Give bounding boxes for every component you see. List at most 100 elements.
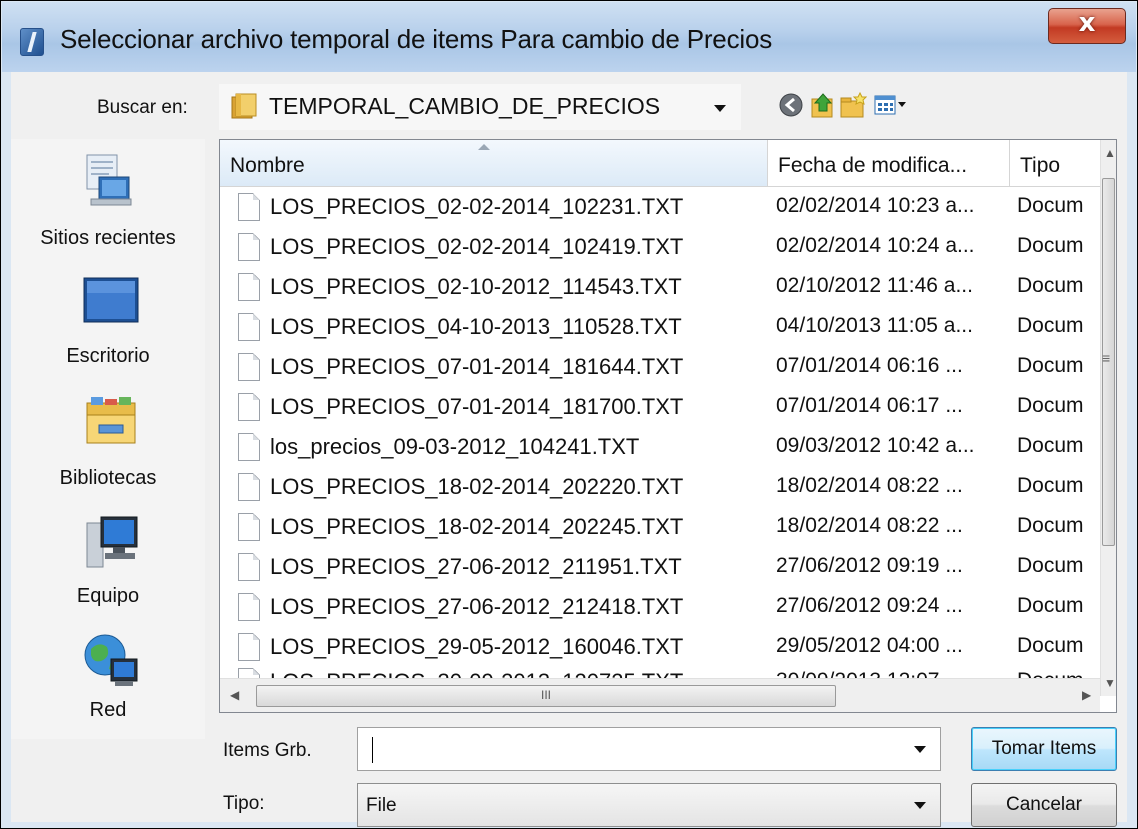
- file-type: Docum: [1017, 394, 1084, 417]
- file-date: 09/03/2012 10:42 a...: [776, 434, 975, 457]
- computer-icon: [86, 516, 138, 568]
- file-type: Docum: [1017, 234, 1084, 257]
- type-combo[interactable]: File: [357, 783, 941, 827]
- file-type: Docum: [1017, 194, 1084, 217]
- text-file-icon: [238, 353, 260, 381]
- file-row[interactable]: LOS_PRECIOS_07-01-2014_181700.TXT 07/01/2…: [220, 389, 1100, 425]
- file-date: 18/02/2014 08:22 ...: [776, 474, 963, 497]
- scroll-up-icon[interactable]: ▲: [1104, 146, 1116, 160]
- new-folder-icon[interactable]: [839, 91, 867, 119]
- libraries-icon: [86, 397, 136, 444]
- file-date: 27/06/2012 09:24 ...: [776, 594, 963, 617]
- file-name: LOS_PRECIOS_27-06-2012_212418.TXT: [270, 594, 684, 619]
- file-row[interactable]: LOS_PRECIOS_18-02-2014_202220.TXT 18/02/2…: [220, 469, 1100, 505]
- column-header-date[interactable]: Fecha de modifica...: [768, 140, 1010, 186]
- title-bar[interactable]: Seleccionar archivo temporal de items Pa…: [2, 2, 1136, 72]
- text-file-icon: [238, 273, 260, 301]
- back-icon[interactable]: [777, 91, 805, 119]
- text-file-icon: [238, 633, 260, 661]
- network-icon: [84, 634, 138, 686]
- text-file-icon: [238, 433, 260, 461]
- file-date: 07/01/2014 06:16 ...: [776, 354, 963, 377]
- place-label: Sitios recientes: [40, 227, 176, 249]
- file-date: 02/02/2014 10:24 a...: [776, 234, 975, 257]
- column-header-type[interactable]: Tipo: [1010, 140, 1100, 186]
- file-name: LOS_PRECIOS_04-10-2013_110528.TXT: [270, 314, 682, 339]
- place-network[interactable]: Red: [11, 631, 205, 741]
- close-button[interactable]: x: [1048, 8, 1126, 44]
- file-row[interactable]: LOS_PRECIOS_02-10-2012_114543.TXT 02/10/2…: [220, 269, 1100, 305]
- vscroll-grip-icon: ≡: [1102, 350, 1111, 366]
- file-name: LOS_PRECIOS_07-01-2014_181644.TXT: [270, 354, 684, 379]
- text-file-icon: [238, 193, 260, 221]
- column-header-name[interactable]: Nombre: [220, 140, 768, 186]
- file-date: 27/06/2012 09:19 ...: [776, 554, 963, 577]
- place-label: Escritorio: [66, 345, 150, 367]
- file-row[interactable]: LOS_PRECIOS_02-02-2014_102231.TXT 02/02/2…: [220, 189, 1100, 225]
- place-label: Bibliotecas: [59, 467, 157, 489]
- lookin-value: TEMPORAL_CAMBIO_DE_PRECIOS: [269, 93, 661, 119]
- file-type: Docum: [1017, 554, 1084, 577]
- file-name: LOS_PRECIOS_07-01-2014_181700.TXT: [270, 394, 684, 419]
- app-icon: [20, 28, 44, 56]
- text-file-icon: [238, 553, 260, 581]
- file-date: 18/02/2014 08:22 ...: [776, 514, 963, 537]
- file-name: LOS_PRECIOS_02-02-2014_102231.TXT: [270, 194, 684, 219]
- cancel-button[interactable]: Cancelar: [971, 783, 1117, 827]
- file-row[interactable]: LOS_PRECIOS_04-10-2013_110528.TXT 04/10/2…: [220, 309, 1100, 345]
- file-date: 07/01/2014 06:17 ...: [776, 394, 963, 417]
- scroll-down-icon[interactable]: ▼: [1104, 676, 1116, 690]
- up-folder-icon[interactable]: [809, 91, 837, 119]
- file-row[interactable]: los_precios_09-03-2012_104241.TXT 09/03/2…: [220, 429, 1100, 465]
- file-list[interactable]: Nombre Fecha de modifica... Tipo LOS_PRE…: [219, 139, 1117, 713]
- text-file-icon: [238, 473, 260, 501]
- lookin-dropdown-icon[interactable]: [714, 105, 726, 112]
- file-name: LOS_PRECIOS_27-06-2012_211951.TXT: [270, 554, 682, 579]
- place-computer[interactable]: Equipo: [11, 515, 205, 625]
- file-name: los_precios_09-03-2012_104241.TXT: [270, 434, 640, 459]
- file-name: LOS_PRECIOS_02-10-2012_114543.TXT: [270, 274, 682, 299]
- file-row[interactable]: LOS_PRECIOS_07-01-2014_181644.TXT 07/01/2…: [220, 349, 1100, 385]
- file-name: LOS_PRECIOS_18-02-2014_202220.TXT: [270, 474, 684, 499]
- filename-dropdown-icon[interactable]: [914, 746, 926, 753]
- horizontal-scrollbar[interactable]: ◀ III ▶: [220, 678, 1100, 712]
- folder-icon: [231, 93, 257, 119]
- hscroll-grip-icon: III: [540, 688, 551, 702]
- file-date: 02/02/2014 10:23 a...: [776, 194, 975, 217]
- open-button[interactable]: Tomar Items: [971, 727, 1117, 771]
- file-row[interactable]: LOS_PRECIOS_27-06-2012_212418.TXT 27/06/2…: [220, 589, 1100, 625]
- file-row[interactable]: LOS_PRECIOS_29-05-2012_160046.TXT 29/05/2…: [220, 629, 1100, 665]
- places-bar: Sitios recientes Escritorio Bibliotecas: [11, 139, 205, 739]
- type-dropdown-icon[interactable]: [914, 802, 926, 809]
- filename-combo[interactable]: [357, 727, 941, 771]
- place-libraries[interactable]: Bibliotecas: [11, 395, 205, 499]
- place-recent[interactable]: Sitios recientes: [11, 151, 205, 261]
- file-date: 04/10/2013 11:05 a...: [776, 314, 973, 337]
- recent-places-icon: [86, 154, 132, 206]
- file-type: Docum: [1017, 354, 1084, 377]
- file-name: LOS_PRECIOS_18-02-2014_202245.TXT: [270, 514, 684, 539]
- filename-label: Items Grb.: [223, 740, 312, 761]
- desktop-icon: [83, 277, 139, 323]
- file-type: Docum: [1017, 594, 1084, 617]
- scroll-left-icon[interactable]: ◀: [230, 688, 239, 702]
- text-file-icon: [238, 393, 260, 421]
- vertical-scrollbar[interactable]: ▲ ≡ ▼: [1100, 140, 1116, 696]
- lookin-label: Buscar en:: [97, 97, 188, 118]
- file-row[interactable]: LOS_PRECIOS_27-06-2012_211951.TXT 27/06/2…: [220, 549, 1100, 585]
- horizontal-scroll-thumb[interactable]: III: [256, 685, 836, 707]
- text-file-icon: [238, 233, 260, 261]
- scroll-right-icon[interactable]: ▶: [1082, 688, 1091, 702]
- place-desktop[interactable]: Escritorio: [11, 277, 205, 377]
- view-menu-icon[interactable]: [873, 91, 907, 119]
- file-name: LOS_PRECIOS_02-02-2014_102419.TXT: [270, 234, 684, 259]
- file-type: Docum: [1017, 474, 1084, 497]
- file-row[interactable]: LOS_PRECIOS_18-02-2014_202245.TXT 18/02/2…: [220, 509, 1100, 545]
- file-type: Docum: [1017, 434, 1084, 457]
- type-value: File: [366, 795, 397, 816]
- type-label: Tipo:: [223, 793, 265, 814]
- place-label: Red: [89, 699, 127, 721]
- text-file-icon: [238, 593, 260, 621]
- place-label: Equipo: [76, 585, 140, 607]
- file-row[interactable]: LOS_PRECIOS_02-02-2014_102419.TXT 02/02/2…: [220, 229, 1100, 265]
